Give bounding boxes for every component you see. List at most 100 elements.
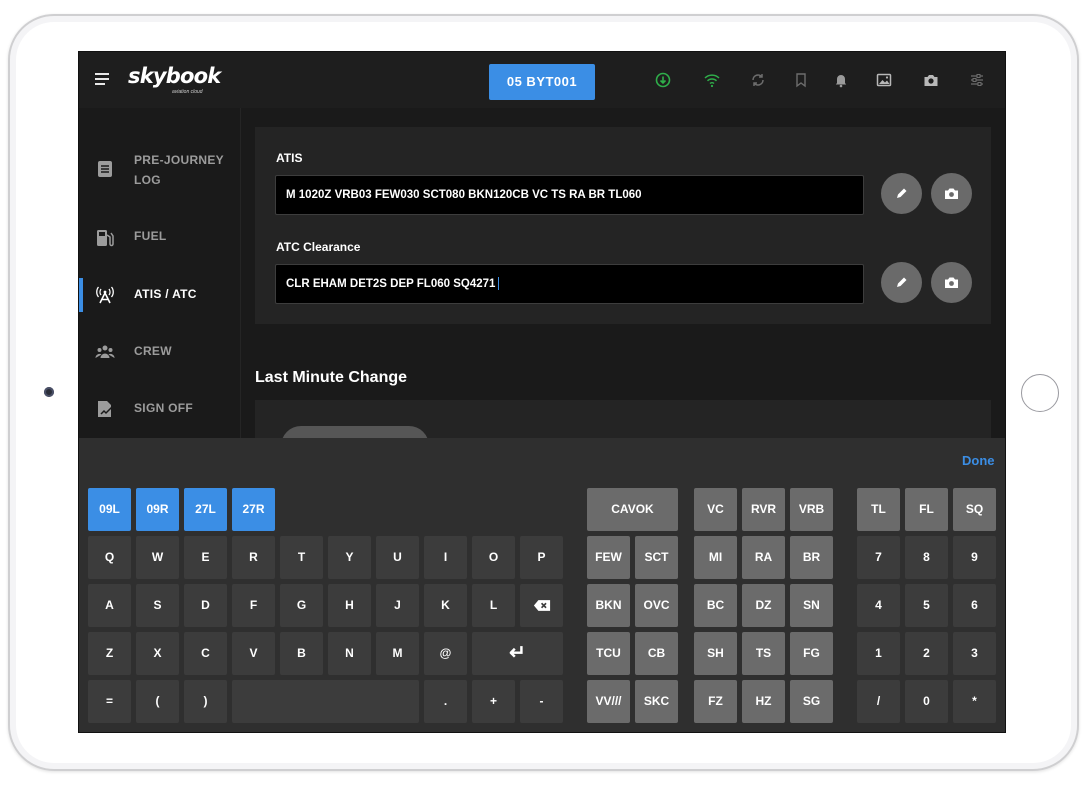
letter-key[interactable]: Y [328, 536, 371, 579]
weather-key[interactable]: HZ [742, 680, 785, 723]
sidebar-item-pre-journey-log[interactable]: PRE-JOURNEY LOG [79, 144, 241, 194]
flight-level-key[interactable]: SQ [953, 488, 996, 531]
ipad-home-button[interactable] [1021, 374, 1059, 412]
atis-field[interactable]: M 1020Z VRB03 FEW030 SCT080 BKN120CB VC … [275, 175, 864, 215]
number-key[interactable]: / [857, 680, 900, 723]
number-key[interactable]: 4 [857, 584, 900, 627]
weather-key[interactable]: DZ [742, 584, 785, 627]
letter-key[interactable]: R [232, 536, 275, 579]
letter-key[interactable]: I [424, 536, 467, 579]
bookmark-icon[interactable] [792, 71, 810, 89]
sidebar-item-atis-atc[interactable]: ATIS / ATC [79, 270, 241, 320]
symbol-key[interactable]: + [472, 680, 515, 723]
letter-key[interactable]: V [232, 632, 275, 675]
flight-level-key[interactable]: FL [905, 488, 948, 531]
sync-icon[interactable] [749, 71, 767, 89]
letter-key[interactable]: L [472, 584, 515, 627]
weather-key[interactable]: VC [694, 488, 737, 531]
letter-key[interactable]: D [184, 584, 227, 627]
symbol-key[interactable]: = [88, 680, 131, 723]
weather-key[interactable]: SG [790, 680, 833, 723]
wifi-icon[interactable] [703, 71, 721, 89]
number-key[interactable]: 7 [857, 536, 900, 579]
sidebar-item-fuel[interactable]: FUEL [79, 213, 241, 263]
weather-key[interactable]: TS [742, 632, 785, 675]
letter-key[interactable]: G [280, 584, 323, 627]
letter-key[interactable]: E [184, 536, 227, 579]
cavok-key[interactable]: CAVOK [587, 488, 678, 531]
weather-key[interactable]: BR [790, 536, 833, 579]
atc-clearance-field[interactable]: CLR EHAM DET2S DEP FL060 SQ4271 [275, 264, 864, 304]
symbol-key[interactable]: - [520, 680, 563, 723]
letter-key[interactable]: S [136, 584, 179, 627]
number-key[interactable]: 6 [953, 584, 996, 627]
letter-key[interactable]: T [280, 536, 323, 579]
sidebar-item-crew[interactable]: CREW [79, 327, 241, 377]
number-key[interactable]: 9 [953, 536, 996, 579]
letter-key[interactable]: N [328, 632, 371, 675]
sidebar-item-sign-off[interactable]: SIGN OFF [79, 384, 241, 434]
weather-key[interactable]: SH [694, 632, 737, 675]
letter-key[interactable]: B [280, 632, 323, 675]
weather-key[interactable]: BKN [587, 584, 630, 627]
atc-camera-button[interactable] [931, 262, 972, 303]
number-key[interactable]: 3 [953, 632, 996, 675]
letter-key[interactable]: A [88, 584, 131, 627]
number-key[interactable]: 2 [905, 632, 948, 675]
number-key[interactable]: * [953, 680, 996, 723]
flight-level-key[interactable]: TL [857, 488, 900, 531]
atc-edit-button[interactable] [881, 262, 922, 303]
atis-camera-button[interactable] [931, 173, 972, 214]
backspace-key[interactable] [520, 584, 563, 627]
runway-key[interactable]: 09R [136, 488, 179, 531]
letter-key[interactable]: F [232, 584, 275, 627]
space-key[interactable] [232, 680, 419, 723]
letter-key[interactable]: K [424, 584, 467, 627]
letter-key[interactable]: X [136, 632, 179, 675]
number-key[interactable]: 5 [905, 584, 948, 627]
weather-key[interactable]: TCU [587, 632, 630, 675]
letter-key[interactable]: H [328, 584, 371, 627]
symbol-key[interactable]: . [424, 680, 467, 723]
number-key[interactable]: 8 [905, 536, 948, 579]
weather-key[interactable]: SN [790, 584, 833, 627]
symbol-key[interactable]: ) [184, 680, 227, 723]
weather-key[interactable]: BC [694, 584, 737, 627]
settings-sliders-icon[interactable] [968, 71, 986, 89]
letter-key[interactable]: @ [424, 632, 467, 675]
weather-key[interactable]: CB [635, 632, 678, 675]
number-key[interactable]: 0 [905, 680, 948, 723]
flight-selector-button[interactable]: 05 BYT001 [489, 64, 595, 100]
weather-key[interactable]: SKC [635, 680, 678, 723]
keyboard-done-button[interactable]: Done [962, 453, 995, 468]
number-key[interactable]: 1 [857, 632, 900, 675]
weather-key[interactable]: VV/// [587, 680, 630, 723]
weather-key[interactable]: RA [742, 536, 785, 579]
weather-key[interactable]: SCT [635, 536, 678, 579]
letter-key[interactable]: U [376, 536, 419, 579]
weather-key[interactable]: FG [790, 632, 833, 675]
camera-icon[interactable] [922, 71, 940, 89]
gallery-icon[interactable] [875, 71, 893, 89]
runway-key[interactable]: 27R [232, 488, 275, 531]
weather-key[interactable]: OVC [635, 584, 678, 627]
weather-key[interactable]: FEW [587, 536, 630, 579]
letter-key[interactable]: O [472, 536, 515, 579]
letter-key[interactable]: J [376, 584, 419, 627]
weather-key[interactable]: VRB [790, 488, 833, 531]
bell-icon[interactable] [832, 71, 850, 89]
weather-key[interactable]: FZ [694, 680, 737, 723]
letter-key[interactable]: Q [88, 536, 131, 579]
symbol-key[interactable]: ( [136, 680, 179, 723]
letter-key[interactable]: Z [88, 632, 131, 675]
runway-key[interactable]: 27L [184, 488, 227, 531]
weather-key[interactable]: RVR [742, 488, 785, 531]
letter-key[interactable]: W [136, 536, 179, 579]
download-icon[interactable] [654, 71, 672, 89]
atis-edit-button[interactable] [881, 173, 922, 214]
letter-key[interactable]: M [376, 632, 419, 675]
weather-key[interactable]: MI [694, 536, 737, 579]
menu-icon[interactable] [95, 73, 109, 85]
enter-key[interactable]: ↵ [472, 632, 563, 675]
letter-key[interactable]: C [184, 632, 227, 675]
